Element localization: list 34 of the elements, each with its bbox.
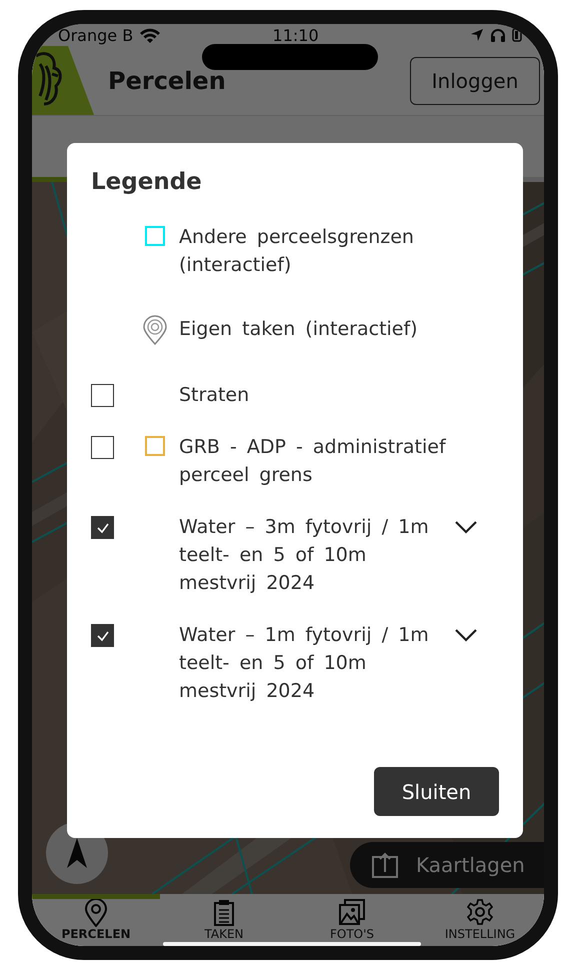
lion-logo-icon bbox=[32, 46, 94, 115]
checkbox[interactable] bbox=[91, 624, 114, 647]
map-marker-icon bbox=[142, 315, 168, 345]
carrier-name: Orange B bbox=[58, 26, 134, 44]
checkbox[interactable] bbox=[91, 384, 114, 407]
headphones-icon bbox=[490, 28, 506, 42]
checkmark-icon bbox=[96, 630, 110, 642]
battery-icon bbox=[512, 28, 522, 42]
legend-label: Andere perceelsgrenzen (interactief) bbox=[179, 225, 415, 278]
checkbox[interactable] bbox=[91, 516, 114, 539]
nav-tab[interactable]: PERCELEN bbox=[32, 894, 160, 946]
settings-icon bbox=[467, 899, 493, 927]
legend-label: Straten bbox=[179, 383, 250, 408]
navigation-arrow-icon bbox=[67, 838, 87, 868]
close-button[interactable]: Sluiten bbox=[374, 767, 499, 816]
dialog-title: Legende bbox=[91, 169, 202, 195]
legend-label: Water – 3m fytovrij / 1m teelt- en 5 of 10m mestvrij 2024 bbox=[179, 515, 430, 596]
legend-label: Eigen taken (interactief) bbox=[179, 317, 419, 342]
legend-label: GRB - ADP - administratief perceel grens bbox=[179, 435, 447, 488]
photos-icon bbox=[339, 899, 365, 927]
layers-button[interactable]: Kaartlagen bbox=[350, 842, 544, 888]
chevron-down-icon[interactable] bbox=[454, 628, 478, 642]
pin-icon bbox=[83, 899, 109, 927]
page-title: Percelen bbox=[108, 66, 227, 94]
checkbox[interactable] bbox=[91, 436, 114, 459]
clipboard-icon bbox=[211, 899, 237, 927]
legend-label: Water – 1m fytovrij / 1m teelt- en 5 of 10m mestvrij 2024 bbox=[179, 623, 430, 704]
login-button[interactable]: Inloggen bbox=[410, 56, 540, 104]
upload-box-icon bbox=[372, 852, 398, 878]
location-arrow-icon bbox=[470, 28, 484, 42]
wifi-icon bbox=[139, 27, 162, 43]
chevron-down-icon[interactable] bbox=[454, 520, 478, 534]
checkmark-icon bbox=[96, 522, 110, 534]
status-time: 11:10 bbox=[272, 26, 319, 44]
